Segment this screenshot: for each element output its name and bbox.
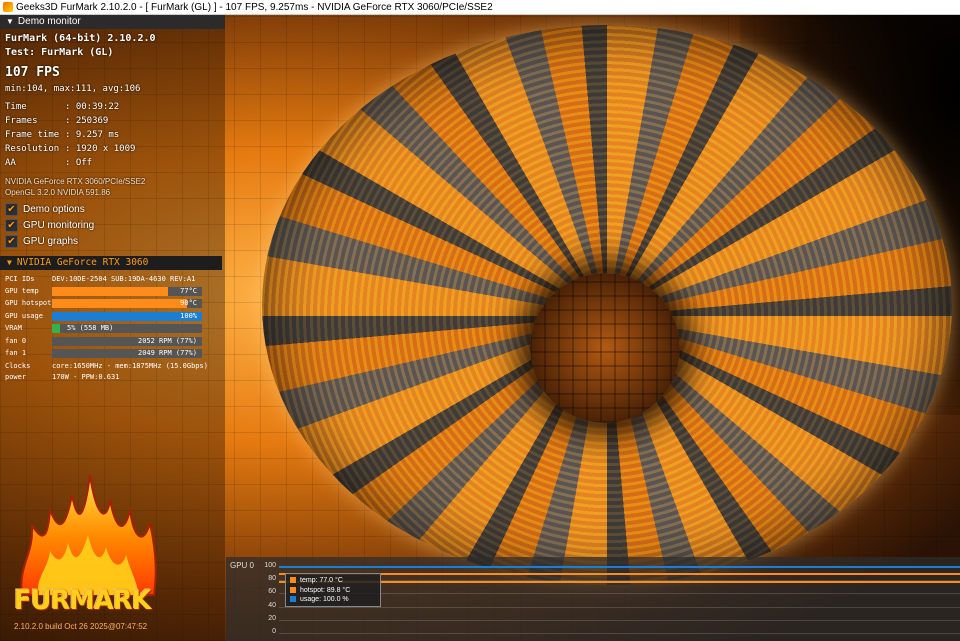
stat-value: : 1920 x 1009 [65, 144, 136, 154]
gpu-graph-panel: GPU 0 100 80 60 40 20 0 temp: 77.0 °C hotspot:… [226, 557, 960, 641]
y-tick-label: 100 [264, 562, 276, 569]
series-line [279, 572, 960, 575]
stat-label: Frames [5, 116, 38, 126]
metric-value: 2049 RPM (77%) [137, 349, 197, 357]
legend-swatch [289, 595, 297, 604]
stat-value: : 00:39:22 [65, 102, 120, 112]
demo-monitor-title: Demo monitor [17, 16, 81, 27]
y-tick-label: 20 [268, 614, 276, 622]
option-gpu-monitoring[interactable]: ✔ GPU monitoring [5, 219, 94, 232]
series-line [279, 566, 960, 568]
pci-ids-label: PCI IDs [5, 275, 35, 283]
metric-label: GPU usage [5, 311, 43, 320]
app-version-line: FurMark (64-bit) 2.10.2.0 [5, 33, 156, 44]
y-tick-label: 40 [268, 601, 276, 609]
clocks-label: Clocks [5, 362, 31, 370]
y-tick-label: 80 [268, 575, 276, 583]
stat-row: AA : Off [5, 158, 92, 168]
renderer-name: NVIDIA GeForce RTX 3060/PCIe/SSE2 [5, 177, 146, 186]
build-info: 2.10.2.0 build Oct 26 2025@07:47:52 [14, 622, 148, 631]
stat-row: Resolution : 1920 x 1009 [5, 144, 135, 154]
stat-row: Frame time : 9.257 ms [5, 130, 119, 140]
collapse-triangle-icon[interactable]: ▼ [7, 258, 12, 267]
gpu-panel-header[interactable]: ▼ NVIDIA GeForce RTX 3060 [0, 256, 222, 270]
legend-label: hotspot: 89.8 °C [300, 586, 351, 594]
option-demo-options[interactable]: ✔ Demo options [5, 203, 85, 216]
metric-label: fan 0 [5, 336, 27, 345]
metric-value: 100% [180, 311, 197, 320]
legend-label: temp: 77.0 °C [300, 577, 343, 584]
legend-entry: usage: 100.0 % [289, 595, 349, 604]
legend-swatch [289, 585, 297, 594]
metric-label: GPU temp [5, 287, 39, 295]
metric-label: fan 1 [5, 349, 27, 357]
option-gpu-graphs[interactable]: ✔ GPU graphs [5, 235, 78, 248]
fps-stats: min:104, max:111, avg:106 [5, 84, 141, 94]
metric-value: 2052 RPM (77%) [137, 336, 197, 345]
power-label: power [5, 373, 27, 381]
gridline [279, 606, 960, 608]
stat-label: Frame time [5, 130, 60, 140]
fur-torus-hole [530, 273, 680, 423]
stat-label: Time [5, 102, 27, 112]
collapse-triangle-icon[interactable]: ▼ [6, 17, 14, 26]
gpu-name: NVIDIA GeForce RTX 3060 [16, 257, 149, 268]
gridline [279, 633, 960, 634]
opengl-version: OpenGL 3.2.0 NVIDIA 591.86 [5, 188, 111, 197]
window-title-bar[interactable]: Geeks3D FurMark 2.10.2.0 - [ FurMark (GL… [0, 0, 960, 15]
metric-bar-fill [52, 324, 60, 334]
legend-label: usage: 100.0 % [300, 596, 349, 603]
metric-label: VRAM [5, 324, 22, 333]
test-name-line: Test: FurMark (GL) [5, 47, 114, 58]
stat-value: : 9.257 ms [65, 130, 120, 140]
checkbox[interactable]: ✔ [5, 203, 18, 216]
option-label: GPU graphs [23, 236, 79, 248]
legend-swatch [289, 576, 297, 585]
window-title: Geeks3D FurMark 2.10.2.0 - [ FurMark (GL… [16, 2, 493, 13]
graph-legend: temp: 77.0 °C hotspot: 89.8 °C usage: 100.… [285, 573, 381, 607]
gridline [279, 619, 960, 621]
graph-plot-area [279, 566, 960, 634]
y-tick-label: 0 [272, 628, 276, 635]
clocks-value: core:1650MHz - mem:1875MHz (15.0Gbps) [52, 362, 208, 370]
option-label: GPU monitoring [23, 220, 95, 232]
legend-entry: hotspot: 89.8 °C [289, 585, 351, 595]
metric-value: 90°C [180, 299, 197, 308]
stat-label: Resolution [5, 144, 60, 154]
stat-label: AA [5, 158, 16, 168]
checkbox[interactable]: ✔ [5, 219, 18, 232]
series-line [279, 581, 960, 584]
pci-ids-value: DEV:10DE-2504 SUB:19DA-4630 REV:A1 [52, 275, 196, 283]
metric-label: GPU hotspot [5, 299, 52, 308]
y-tick-label: 60 [268, 588, 276, 596]
power-value: 170W - PPW:0.631 [52, 373, 120, 381]
gridline [279, 593, 960, 595]
fps-value: 107 FPS [5, 65, 60, 80]
demo-monitor-header[interactable]: ▼ Demo monitor [0, 15, 225, 29]
metric-value: 5% (558 MB) [67, 324, 114, 333]
stat-value: : Off [65, 158, 93, 168]
chart-title: GPU 0 [230, 561, 255, 570]
stat-value: : 250369 [65, 116, 109, 126]
stat-row: Time : 00:39:22 [5, 102, 119, 112]
legend-entry: temp: 77.0 °C [289, 576, 343, 585]
checkbox[interactable]: ✔ [5, 235, 18, 248]
option-label: Demo options [23, 204, 85, 216]
stat-row: Frames : 250369 [5, 116, 108, 126]
metric-value: 77°C [180, 287, 197, 295]
furmark-logo-text: FURMARK [14, 585, 151, 616]
furmark-app-icon [3, 2, 13, 12]
